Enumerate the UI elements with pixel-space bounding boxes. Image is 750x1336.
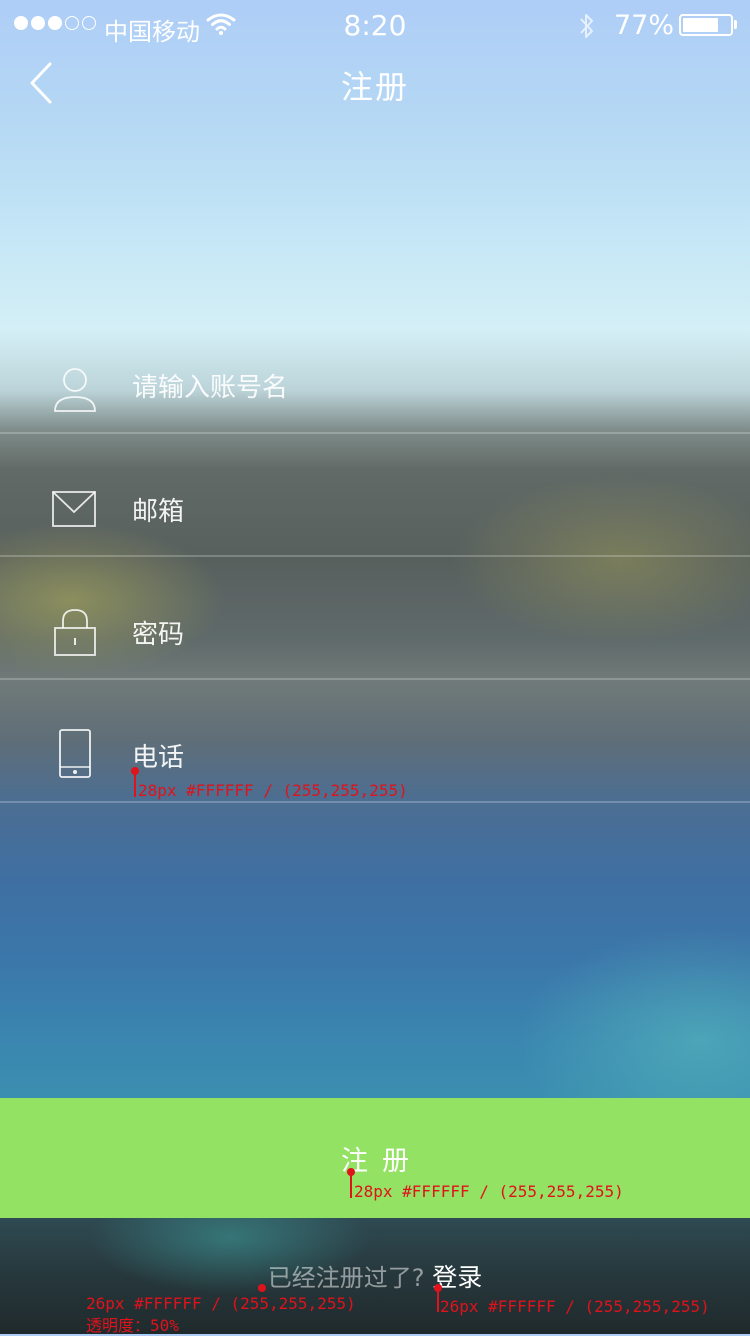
battery-level	[683, 18, 718, 32]
phone-input[interactable]	[132, 734, 692, 782]
battery-percent: 77%	[614, 10, 675, 41]
annotation-marker	[258, 1284, 266, 1292]
user-icon	[54, 368, 96, 412]
battery-tip	[734, 20, 737, 29]
page-title: 注册	[340, 68, 409, 106]
account-name-input[interactable]	[132, 364, 692, 412]
email-input[interactable]	[132, 488, 692, 536]
annotation-line	[134, 771, 136, 797]
annotation-button-label: 28px #FFFFFF / (255,255,255)	[354, 1182, 624, 1201]
mail-icon	[52, 491, 96, 527]
phone-icon	[59, 729, 91, 778]
annotation-line	[437, 1288, 439, 1312]
battery-icon	[679, 14, 733, 36]
form-row-account	[0, 310, 750, 434]
annotation-line	[350, 1172, 352, 1198]
annotation-phone-label: 28px #FFFFFF / (255,255,255)	[138, 781, 408, 800]
lock-icon	[54, 609, 96, 656]
annotation-already-label: 26px #FFFFFF / (255,255,255)	[86, 1294, 356, 1313]
navigation-bar: 注册	[0, 52, 750, 112]
bluetooth-icon	[580, 14, 593, 38]
annotation-login-label: 26px #FFFFFF / (255,255,255)	[440, 1297, 710, 1316]
footer-login-prompt: 已经注册过了? 登录	[0, 1258, 750, 1294]
annotation-already-opacity: 透明度：50%	[86, 1316, 179, 1335]
already-registered-text: 已经注册过了?	[267, 1264, 425, 1292]
password-input[interactable]	[132, 611, 692, 659]
form-row-email	[0, 433, 750, 557]
form-row-password	[0, 556, 750, 680]
status-bar: 中国移动 8:20 77%	[0, 0, 750, 52]
